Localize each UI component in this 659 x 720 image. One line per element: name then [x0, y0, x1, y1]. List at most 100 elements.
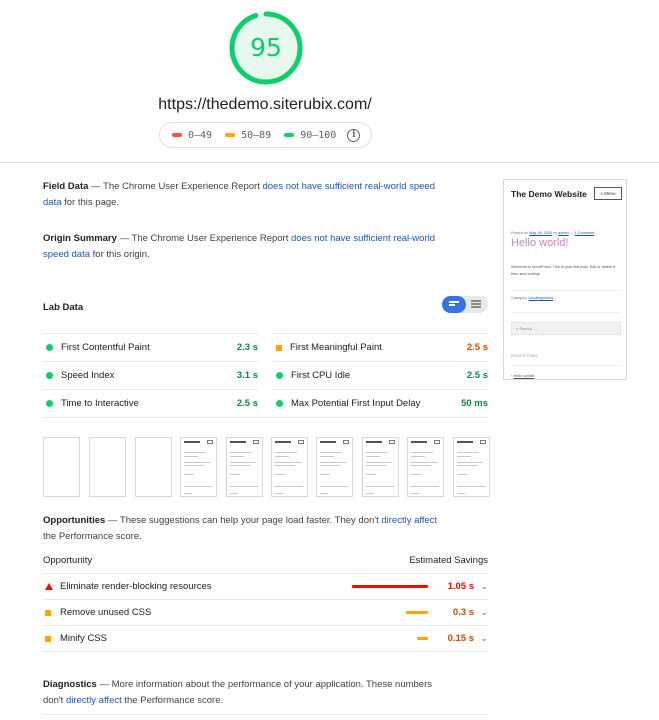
chevron-down-icon[interactable]: ⌄	[474, 633, 488, 644]
frame-content	[184, 462, 210, 463]
recent-item-label: Hello world!	[513, 373, 535, 378]
screenshot-menu-button: ≡ Menu	[594, 187, 622, 200]
filmstrip-frame	[407, 437, 444, 497]
average-indicator-icon	[45, 609, 57, 616]
page-url: https://thedemo.siterubix.com/	[158, 96, 372, 113]
pass-indicator-icon	[46, 344, 53, 351]
frame-content	[275, 465, 295, 466]
frame-content	[320, 493, 328, 494]
frame-content	[411, 462, 437, 463]
opportunity-label: Minify CSS	[60, 633, 107, 644]
legend-label: 0–49	[188, 129, 213, 141]
legend-swatch-green	[284, 133, 295, 137]
frame-content	[184, 493, 192, 494]
frame-content	[366, 441, 382, 443]
frame-content	[366, 465, 386, 466]
screenshot-search-box: ⌕ Search …	[511, 322, 621, 335]
chevron-down-icon[interactable]: ⌄	[474, 607, 488, 618]
frame-content	[230, 452, 252, 453]
section-description-tail: for this page.	[61, 197, 120, 208]
final-screenshot[interactable]: The Demo Website ≡ Menu Posted on May 18…	[503, 179, 627, 380]
frame-content	[275, 486, 303, 487]
metric-value: 2.5 s	[466, 370, 488, 381]
directly-affect-link[interactable]: directly affect	[381, 515, 437, 526]
metric-value: 2.5 s	[236, 398, 258, 409]
diagnostics-section: Diagnostics — More information about the…	[43, 677, 453, 709]
divider	[511, 312, 621, 313]
metric-max-potential-fid: Max Potential First Input Delay 50 ms	[273, 389, 488, 417]
frame-content	[230, 465, 250, 466]
opportunity-minify-css[interactable]: Minify CSS 0.15 s ⌄	[43, 625, 488, 651]
frame-content	[457, 441, 473, 443]
frame-content	[184, 474, 194, 475]
frame-content	[184, 465, 204, 466]
frame-content	[457, 474, 467, 475]
section-description: — The Chrome User Experience Report	[119, 233, 291, 244]
meta-comments: 1 Comment	[574, 231, 595, 235]
frame-content	[366, 486, 394, 487]
chevron-down-icon[interactable]: ⌄	[474, 581, 488, 592]
screenshot-post-meta: Posted on May 18, 2020 by admin — 1 Comm…	[511, 231, 594, 235]
frame-content	[366, 452, 388, 453]
pass-indicator-icon	[46, 372, 53, 379]
savings-bar	[352, 585, 428, 588]
legend-item-average: 50–89	[225, 130, 271, 141]
search-placeholder: Search …	[519, 326, 538, 331]
compact-view-icon	[449, 301, 459, 308]
average-indicator-icon	[45, 635, 57, 642]
pass-indicator-icon	[276, 400, 283, 407]
frame-content	[411, 486, 439, 487]
frame-content	[411, 456, 425, 457]
frame-content	[480, 440, 486, 444]
section-description: — The Chrome User Experience Report	[91, 181, 263, 192]
legend-label: 50–89	[241, 129, 272, 141]
section-description-tail: for this origin.	[90, 249, 150, 260]
filmstrip-frame	[271, 437, 308, 497]
frame-content	[253, 440, 259, 444]
frame-content	[343, 440, 349, 444]
opportunity-render-blocking[interactable]: Eliminate render-blocking resources 1.05…	[43, 573, 488, 599]
frame-content	[275, 441, 291, 443]
frame-content	[230, 474, 240, 475]
frame-content	[230, 486, 258, 487]
screenshot-recent-item: › Hello world!	[511, 373, 535, 378]
section-description: — These suggestions can help your page l…	[107, 515, 382, 526]
frame-content	[411, 493, 419, 494]
directly-affect-link[interactable]: directly affect	[66, 695, 122, 706]
metric-value: 50 ms	[461, 398, 488, 409]
savings-bar	[417, 637, 428, 640]
legend-label: 90–100	[300, 129, 337, 141]
frame-content	[366, 456, 380, 457]
toggle-compact-view[interactable]	[442, 296, 466, 313]
metric-label: Time to Interactive	[61, 398, 139, 409]
performance-score: 95	[250, 33, 282, 62]
metric-first-meaningful-paint: First Meaningful Paint 2.5 s	[273, 333, 488, 361]
category-link: Uncategorized	[528, 296, 554, 300]
divider	[43, 417, 488, 418]
frame-content	[230, 456, 244, 457]
filmstrip-frame	[89, 437, 126, 497]
pass-indicator-icon	[46, 400, 53, 407]
info-icon[interactable]: i	[347, 128, 361, 142]
opportunity-unused-css[interactable]: Remove unused CSS 0.3 s ⌄	[43, 599, 488, 625]
divider	[0, 162, 659, 163]
metric-label: Speed Index	[61, 370, 115, 381]
metrics-view-toggle[interactable]	[442, 296, 488, 313]
metric-label: Max Potential First Input Delay	[291, 398, 421, 409]
frame-content	[298, 440, 304, 444]
pass-indicator-icon	[276, 372, 283, 379]
meta-prefix: Posted on	[511, 231, 530, 235]
frame-content	[411, 441, 427, 443]
section-description-tail: the Performance score.	[43, 531, 142, 542]
filmstrip-frame	[135, 437, 172, 497]
metric-label: First Meaningful Paint	[290, 342, 382, 353]
savings-value: 0.3 s	[452, 607, 474, 618]
frame-content	[320, 465, 340, 466]
frame-content	[320, 452, 342, 453]
frame-content	[389, 440, 395, 444]
frame-content	[320, 474, 330, 475]
metric-time-to-interactive: Time to Interactive 2.5 s	[43, 389, 258, 417]
screenshot-post-body: Welcome to WordPress. This is your first…	[511, 265, 617, 276]
legend-swatch-orange	[225, 133, 236, 137]
expanded-view-icon[interactable]	[471, 300, 481, 308]
